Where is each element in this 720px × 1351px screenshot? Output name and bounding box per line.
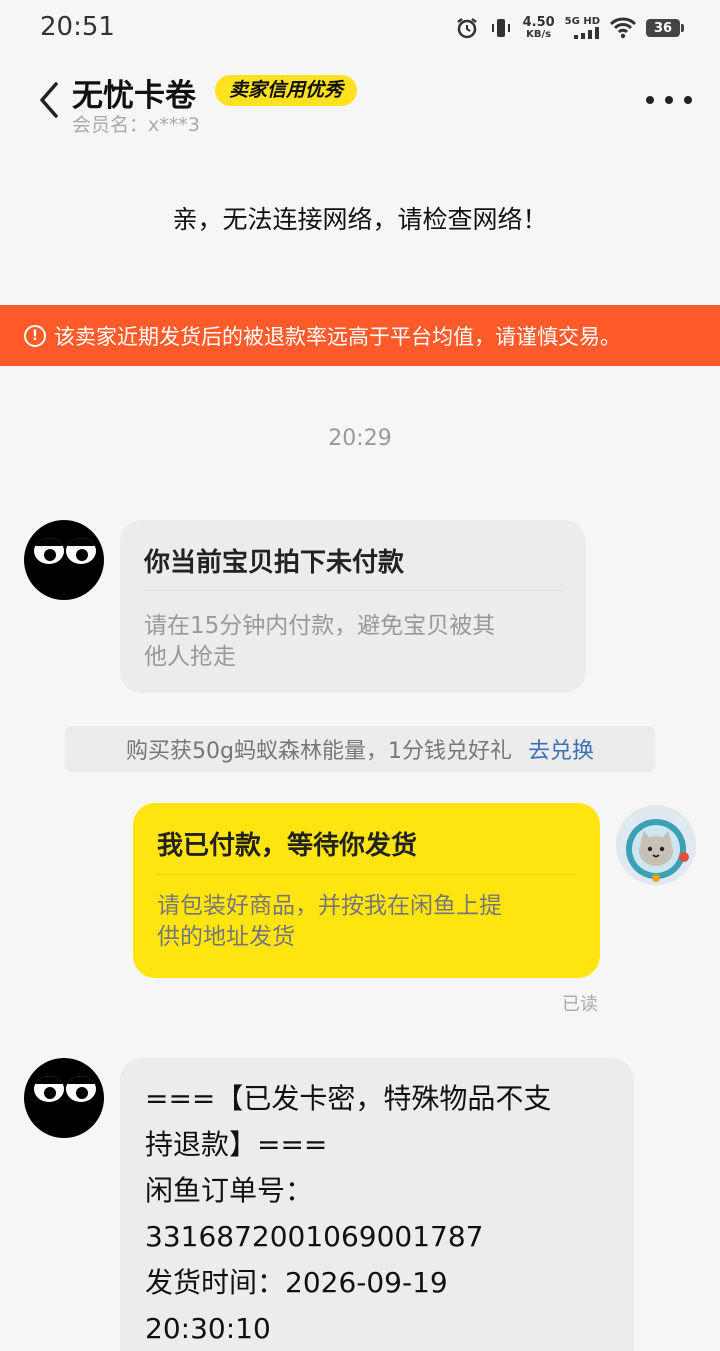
vibrate-icon xyxy=(489,16,513,40)
avatar-eye-left xyxy=(34,1076,64,1102)
message-line: ===【已发卡密，特殊物品不支 xyxy=(145,1082,552,1115)
card-divider xyxy=(157,874,576,875)
battery-level: 36 xyxy=(653,20,673,36)
unpaid-card-subtitle-1: 请在15分钟内付款，避免宝贝被其 xyxy=(144,613,496,639)
network-error-message: 亲，无法连接网络，请检查网络！ xyxy=(172,205,548,234)
wifi-icon xyxy=(610,17,636,39)
payment-done-card[interactable]: 我已付款，等待你发货 请包装好商品，并按我在闲鱼上提 供的地址发货 xyxy=(133,803,600,978)
net-speed: 4.50 KB/s xyxy=(523,16,555,40)
warning-icon: ! xyxy=(24,324,46,347)
member-name: 会员名：x***3 xyxy=(72,114,200,136)
user-avatar[interactable] xyxy=(616,805,696,885)
seller-avatar[interactable] xyxy=(24,1058,104,1138)
net-speed-unit: KB/s xyxy=(526,29,552,40)
message-line: 发货时间：2026-09-19 xyxy=(145,1266,448,1299)
back-icon[interactable] xyxy=(34,80,64,120)
promo-banner: 购买获50g蚂蚁森林能量，1分钱兑好礼 去兑换 xyxy=(65,726,655,772)
payment-card-subtitle-2: 供的地址发货 xyxy=(157,924,295,950)
warning-banner: ! 该卖家近期发货后的被退款率远高于平台均值，请谨慎交易。 xyxy=(0,305,720,366)
avatar-eye-right xyxy=(66,538,96,564)
message-line: 20:30:10 xyxy=(145,1312,271,1345)
warning-text: 该卖家近期发货后的被退款率远高于平台均值，请谨慎交易。 xyxy=(54,324,621,349)
unpaid-card-subtitle-2: 他人抢走 xyxy=(144,644,236,670)
avatar-eye-right xyxy=(66,1076,96,1102)
status-bar: 20:51 4.50 KB/s 5G HD 36 xyxy=(0,0,720,56)
seller-message-bubble[interactable]: ===【已发卡密，特殊物品不支 持退款】=== 闲鱼订单号： 331687200… xyxy=(120,1058,634,1351)
signal-icon: 5G HD xyxy=(565,17,600,39)
battery-icon: 36 xyxy=(646,19,684,37)
card-divider xyxy=(144,590,562,591)
message-line: 持退款】=== xyxy=(145,1128,328,1161)
net-speed-value: 4.50 xyxy=(522,15,555,30)
status-time: 20:51 xyxy=(40,12,115,42)
chat-timestamp: 20:29 xyxy=(328,426,392,451)
message-line: 闲鱼订单号： xyxy=(145,1174,314,1207)
avatar-eye-left xyxy=(34,538,64,564)
seller-credit-badge: 卖家信用优秀 xyxy=(215,75,358,106)
chat-header: 无忧卡卷 卖家信用优秀 会员名：x***3 xyxy=(0,60,720,140)
seller-message-text: ===【已发卡密，特殊物品不支 持退款】=== 闲鱼订单号： 331687200… xyxy=(145,1076,551,1351)
promo-text: 购买获50g蚂蚁森林能量，1分钱兑好礼 xyxy=(126,739,512,764)
seller-name[interactable]: 无忧卡卷 xyxy=(72,70,196,115)
payment-card-title: 我已付款，等待你发货 xyxy=(157,831,418,861)
unpaid-order-card[interactable]: 你当前宝贝拍下未付款 请在15分钟内付款，避免宝贝被其 他人抢走 xyxy=(120,520,586,693)
read-status: 已读 xyxy=(562,994,598,1015)
payment-card-subtitle-1: 请包装好商品，并按我在闲鱼上提 xyxy=(157,893,502,919)
status-icons: 4.50 KB/s 5G HD 36 xyxy=(455,14,684,42)
alarm-icon xyxy=(455,16,479,40)
unpaid-card-title: 你当前宝贝拍下未付款 xyxy=(144,548,405,578)
promo-redeem-link[interactable]: 去兑换 xyxy=(528,733,594,765)
seller-avatar[interactable] xyxy=(24,520,104,600)
more-options-icon[interactable] xyxy=(646,88,692,112)
network-type: 5G HD xyxy=(564,16,600,27)
cat-astronaut-icon xyxy=(616,805,696,885)
order-number: 3316872001069001787 xyxy=(145,1220,484,1253)
